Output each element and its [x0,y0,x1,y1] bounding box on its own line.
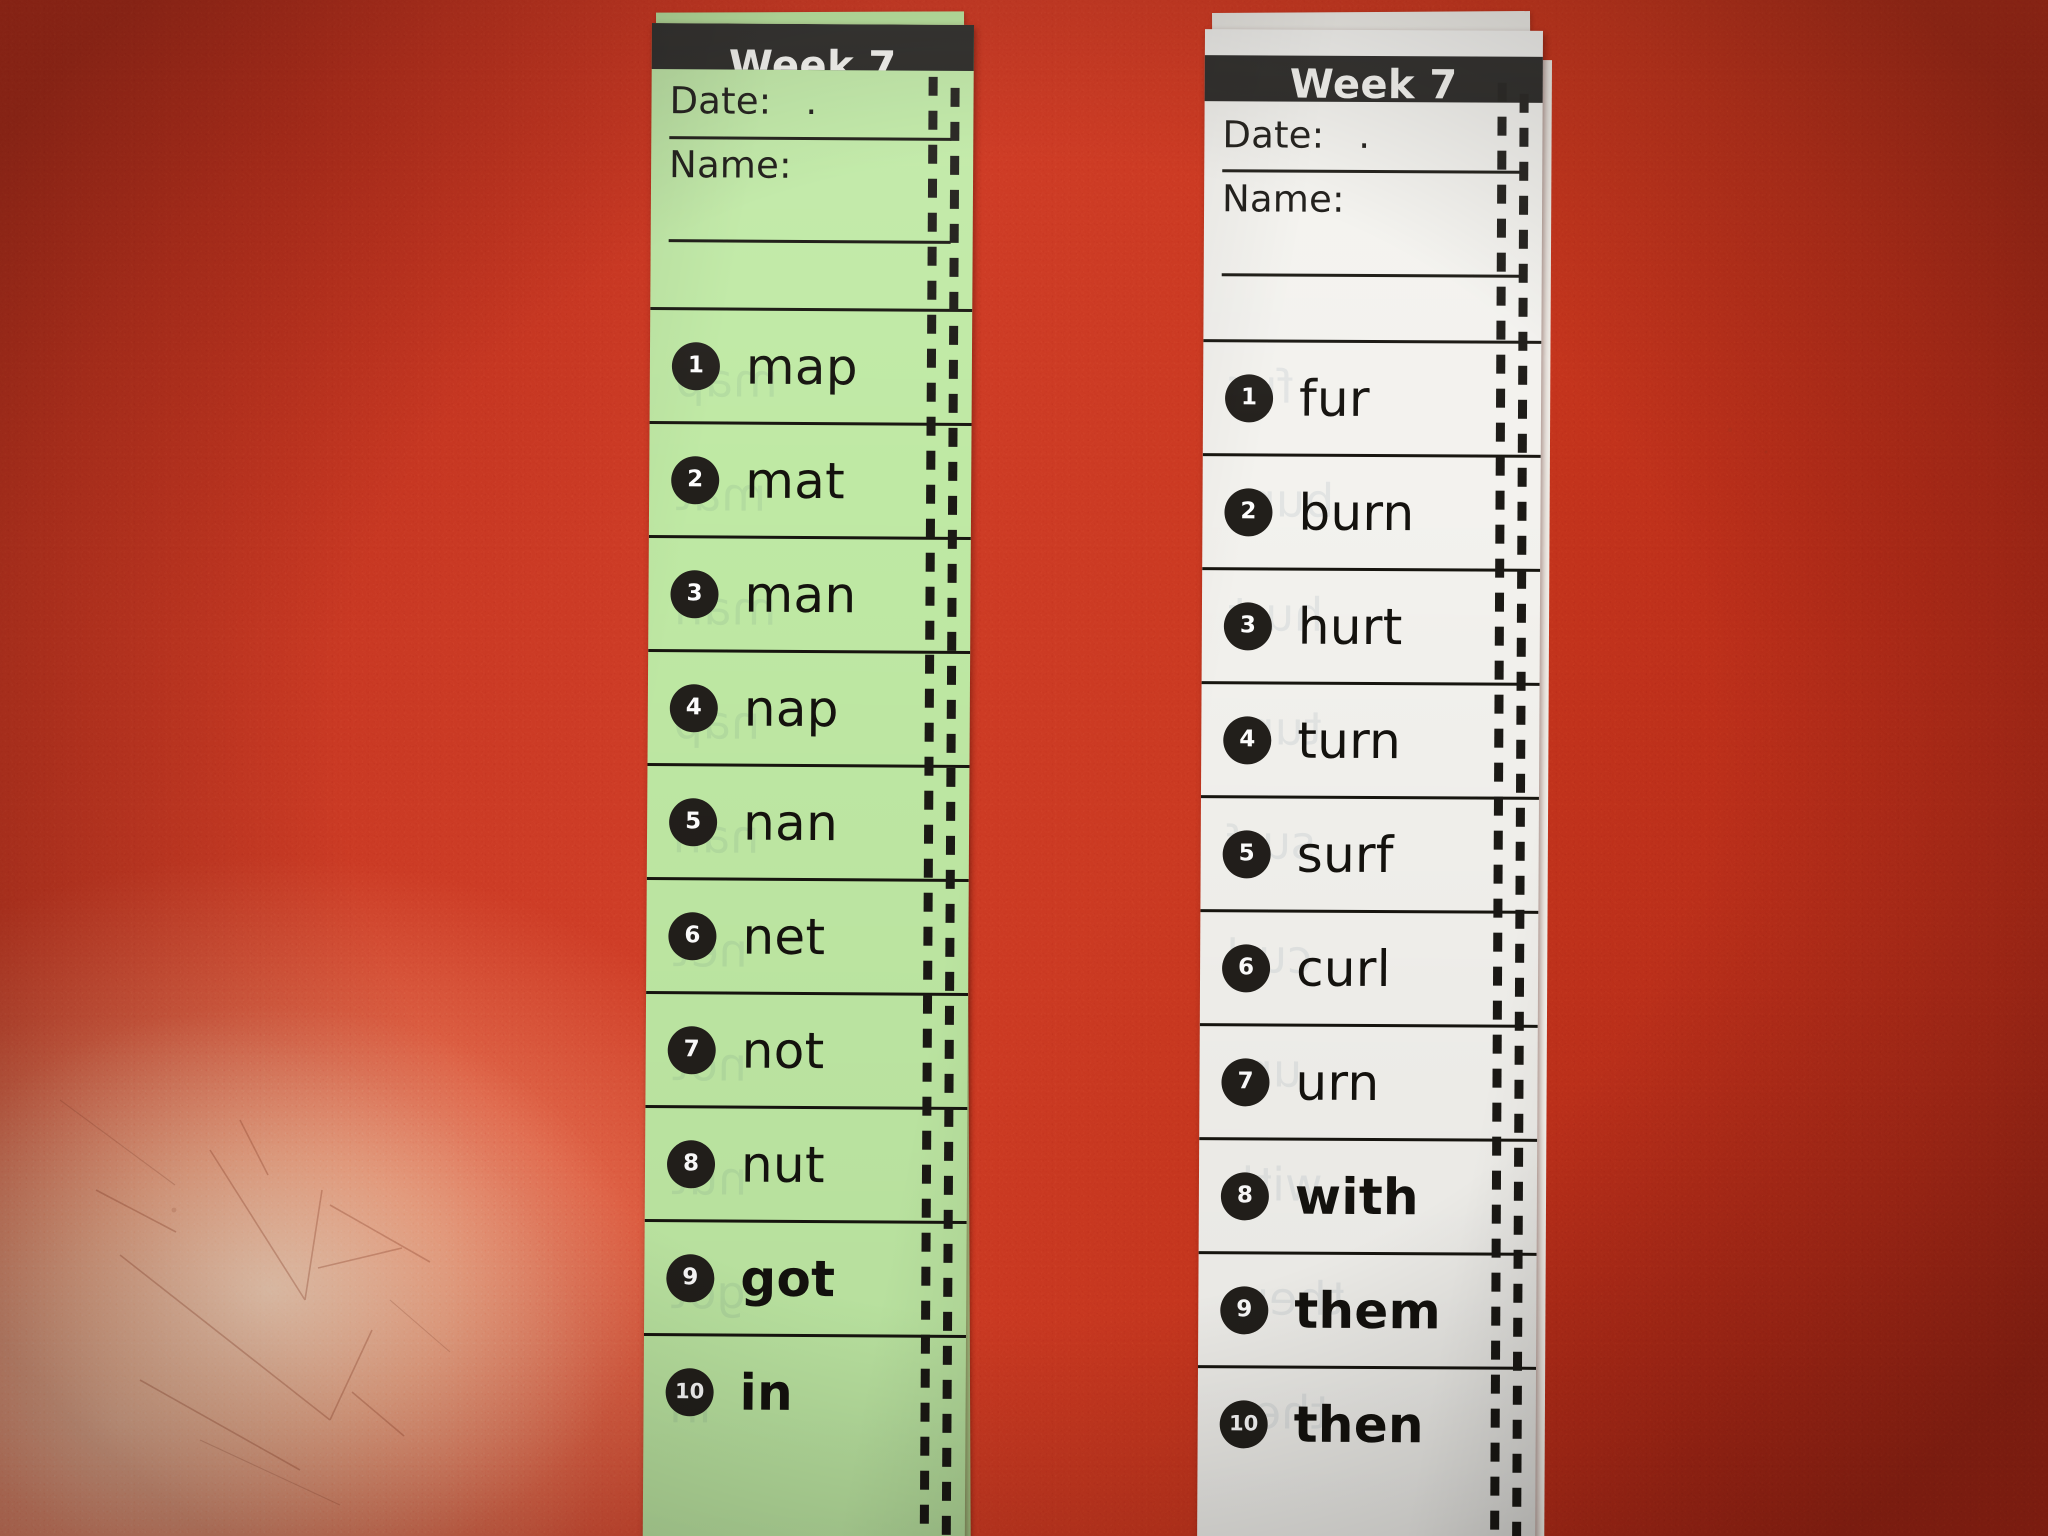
word-text: turn [1297,711,1402,770]
name-label: Name: [669,143,792,187]
word-text: burn [1298,483,1415,542]
word-number-badge: 1 [671,341,721,390]
word-row[interactable]: 5 surf [1200,795,1539,911]
word-number-badge: 5 [1222,829,1271,878]
word-text: net [742,907,826,966]
word-row[interactable]: 5 nan [646,763,970,879]
meta-block-white: Date: . [1222,113,1520,167]
word-row[interactable]: 10 then [1197,1365,1537,1481]
word-number-badge: 4 [1223,715,1272,764]
spelling-strip-green[interactable]: Week 7 Date: . Name: map mat man nap nan net n… [642,23,974,1536]
spelling-strip-white[interactable]: Week 7 Date: . Name: fur burn hurt turn surf… [1197,29,1543,1536]
word-row[interactable]: 2 mat [648,421,972,537]
word-number-badge: 9 [1220,1285,1269,1334]
word-row[interactable]: 8 nut [644,1104,968,1221]
word-text: with [1294,1167,1420,1226]
word-row[interactable]: 3 hurt [1201,567,1541,683]
word-text: not [741,1021,825,1080]
word-text: curl [1295,939,1392,998]
photo-canvas: Week 7 Date: . Name: map mat man nap nan net n… [0,0,2048,1536]
word-text: nan [742,793,839,852]
word-text: in [739,1363,794,1422]
word-list-white: 1 fur 2 burn 3 hurt 4 turn 5 surf 6 curl 7 urn 8 with 9 t… [1197,339,1542,1481]
name-block-green: Name: [669,143,951,197]
word-row[interactable]: 1 fur [1202,339,1542,455]
word-row[interactable]: 6 curl [1199,909,1539,1025]
word-text: urn [1295,1053,1380,1112]
word-number-badge: 3 [670,569,719,618]
date-underline [1222,169,1521,174]
date-field-row[interactable]: Date: . [1222,113,1520,167]
word-number-badge: 2 [1224,487,1273,536]
date-label: Date: [1222,113,1325,157]
word-text: got [740,1249,836,1308]
word-text: then [1293,1395,1425,1454]
word-text: nap [743,679,839,738]
word-row[interactable]: 7 not [645,990,969,1107]
word-number-badge: 7 [1221,1057,1270,1106]
word-row[interactable]: 1 map [649,307,973,423]
word-row[interactable]: 7 urn [1199,1023,1538,1139]
word-text: nut [740,1135,826,1194]
word-row[interactable]: 6 net [646,877,969,993]
meta-block-green: Date: . [669,79,951,133]
word-number-badge: 5 [668,797,718,846]
word-number-badge: 8 [1220,1171,1270,1220]
word-number-badge: 10 [665,1367,714,1416]
week-banner-label: Week 7 [728,42,897,72]
name-label: Name: [1222,177,1345,221]
word-number-badge: 3 [1223,601,1273,650]
word-text: map [745,337,859,396]
date-underline [669,136,952,141]
word-number-badge: 6 [668,911,717,960]
word-row[interactable]: 8 with [1198,1137,1538,1253]
word-text: hurt [1297,597,1403,656]
word-row[interactable]: 2 burn [1202,453,1541,569]
word-text: fur [1298,369,1370,428]
word-text: mat [745,451,846,510]
word-text: surf [1296,825,1394,884]
name-block-white: Name: [1222,177,1520,231]
word-text: man [744,565,857,624]
word-row[interactable]: 4 nap [647,649,971,765]
name-underline [668,239,951,244]
week-banner-green: Week 7 [645,23,974,72]
word-row[interactable]: 9 got [644,1218,967,1335]
date-value: . [805,79,818,124]
week-banner-label: Week 7 [1289,61,1458,103]
word-number-badge: 1 [1224,373,1274,422]
word-number-badge: 6 [1221,943,1271,992]
word-row[interactable]: 10 in [643,1332,966,1449]
word-row[interactable]: 3 man [648,535,971,651]
word-number-badge: 10 [1219,1399,1268,1448]
date-label: Date: [669,79,772,123]
date-field-row[interactable]: Date: . [669,79,951,133]
desk-surface [0,0,2048,1536]
word-number-badge: 4 [669,683,718,732]
name-underline [1221,273,1520,278]
word-row[interactable]: 4 turn [1200,681,1540,797]
word-text: them [1294,1281,1442,1340]
word-row[interactable]: 9 them [1198,1251,1537,1367]
word-number-badge: 2 [671,455,720,504]
word-number-badge: 7 [667,1025,716,1074]
word-number-badge: 8 [666,1139,716,1188]
name-field-row[interactable]: Name: [669,143,951,197]
week-banner-white: Week 7 [1198,55,1543,103]
date-value: . [1358,113,1371,157]
word-number-badge: 9 [666,1253,715,1302]
name-field-row[interactable]: Name: [1222,177,1520,231]
